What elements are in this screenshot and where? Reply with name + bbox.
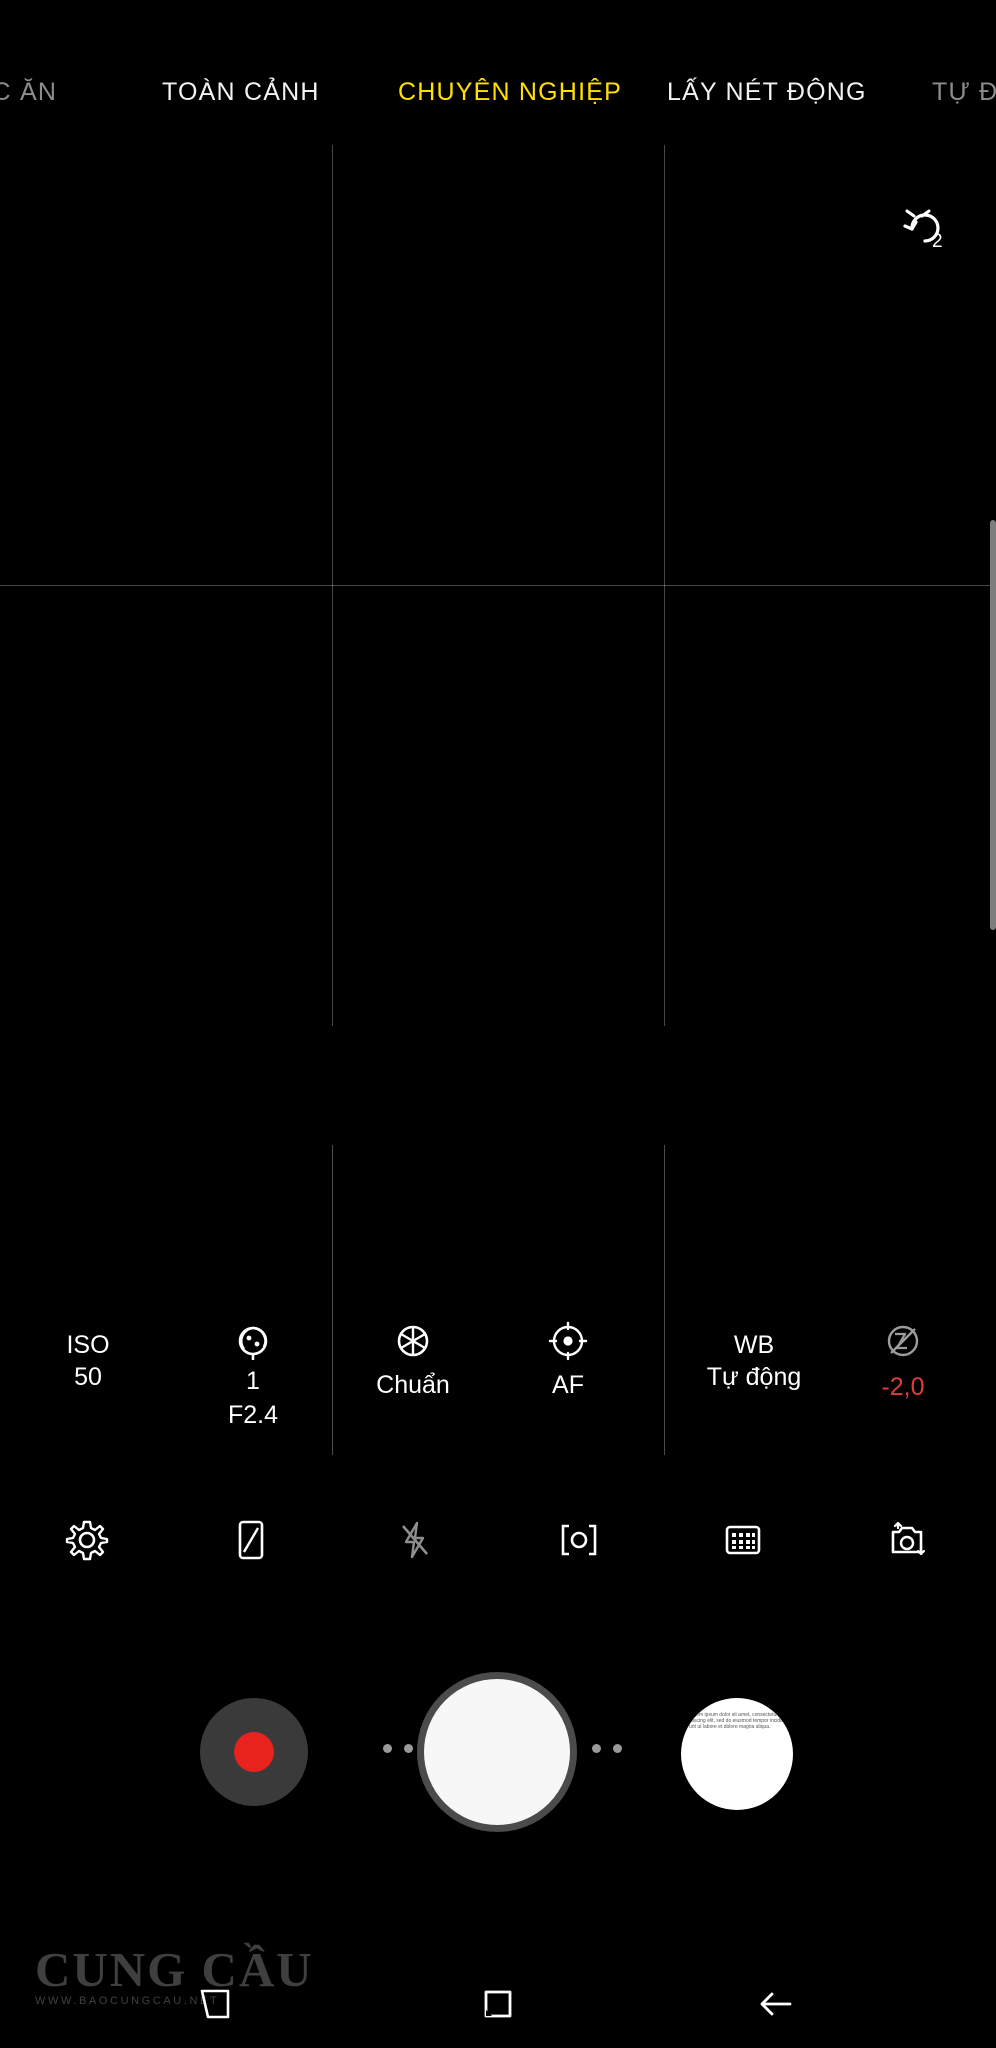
aperture-icon — [195, 1318, 311, 1364]
camera-toolbar — [0, 1495, 996, 1585]
pro-control-shutter-speed[interactable]: 1 F2.4 — [195, 1318, 311, 1432]
pro-control-exposure[interactable]: -2,0 — [845, 1318, 961, 1404]
pro-control-white-balance[interactable]: WB Tự động — [681, 1330, 827, 1394]
pro-control-iso[interactable]: ISO 50 — [30, 1330, 146, 1394]
gear-icon — [65, 1520, 109, 1561]
shutter-dots-left — [383, 1744, 413, 1753]
pro-control-picture-style[interactable]: Chuẩn — [355, 1318, 471, 1400]
mode-tab-panorama[interactable]: TOÀN CẢNH — [162, 78, 320, 107]
pro-controls-row: ISO 50 1 F2.4 Chuẩn AF WB Tự động -2,0 — [0, 1300, 996, 1450]
timer-count: 2 — [932, 231, 943, 251]
filters-icon — [725, 1525, 761, 1555]
pro-control-focus-mode[interactable]: AF — [510, 1318, 626, 1400]
white-balance-value: Tự động — [706, 1363, 802, 1391]
ratio-icon — [238, 1520, 264, 1560]
timer-icon[interactable]: 2 — [892, 195, 948, 252]
back-arrow-icon — [760, 1992, 792, 2016]
white-balance-label: WB — [733, 1331, 775, 1359]
mode-tab-food[interactable]: ỨC ĂN — [0, 78, 57, 107]
mode-tab-auto[interactable]: TỰ Đ — [932, 78, 996, 107]
focus-icon — [510, 1318, 626, 1364]
thumbnail-text: Lorem ipsum dolor sit amet, consectetur … — [689, 1712, 785, 1730]
aperture-value: F2.4 — [227, 1401, 279, 1429]
settings-button[interactable] — [52, 1505, 122, 1575]
gallery-thumbnail[interactable]: Lorem ipsum dolor sit amet, consectetur … — [681, 1698, 793, 1810]
camera-switch-icon — [891, 1521, 926, 1556]
recents-button[interactable] — [180, 1969, 250, 2039]
shutter-row: Lorem ipsum dolor sit amet, consectetur … — [0, 1670, 996, 1900]
back-button[interactable] — [741, 1969, 811, 2039]
switch-camera-button[interactable] — [872, 1505, 942, 1575]
metering-button[interactable] — [544, 1505, 614, 1575]
shutter-dots-right — [592, 1744, 622, 1753]
filters-button[interactable] — [708, 1505, 778, 1575]
exposure-icon — [845, 1318, 961, 1364]
metering-icon — [561, 1524, 597, 1556]
mode-tab-live-focus[interactable]: LẤY NÉT ĐỘNG — [667, 78, 867, 107]
recents-icon — [200, 1989, 230, 2019]
picture-style-label: Chuẩn — [376, 1371, 450, 1399]
iso-label: ISO — [66, 1331, 110, 1359]
grid-line-horizontal-1 — [0, 585, 996, 586]
viewfinder[interactable] — [0, 145, 996, 1026]
iso-value: 50 — [74, 1363, 102, 1391]
mode-tab-pro[interactable]: CHUYÊN NGHIỆP — [398, 78, 622, 107]
exposure-value: -2,0 — [881, 1373, 925, 1401]
record-button[interactable] — [200, 1698, 308, 1806]
camera-screen: ỨC ĂN TOÀN CẢNH CHUYÊN NGHIỆP LẤY NÉT ĐỘ… — [0, 0, 996, 2048]
focus-mode-label: AF — [552, 1371, 584, 1399]
asterisk-icon — [355, 1318, 471, 1364]
home-icon — [484, 1990, 512, 2018]
zoom-scroll-strip[interactable] — [990, 520, 996, 930]
flash-off-icon — [402, 1521, 428, 1559]
home-button[interactable] — [463, 1969, 533, 2039]
mode-tab-bar: ỨC ĂN TOÀN CẢNH CHUYÊN NGHIỆP LẤY NÉT ĐỘ… — [0, 0, 996, 145]
shutter-speed-value: 1 — [246, 1367, 260, 1395]
record-dot — [234, 1732, 274, 1772]
flash-button[interactable] — [380, 1505, 450, 1575]
shutter-button[interactable] — [417, 1672, 577, 1832]
system-navigation-bar — [0, 1960, 996, 2048]
aspect-ratio-button[interactable] — [216, 1505, 286, 1575]
